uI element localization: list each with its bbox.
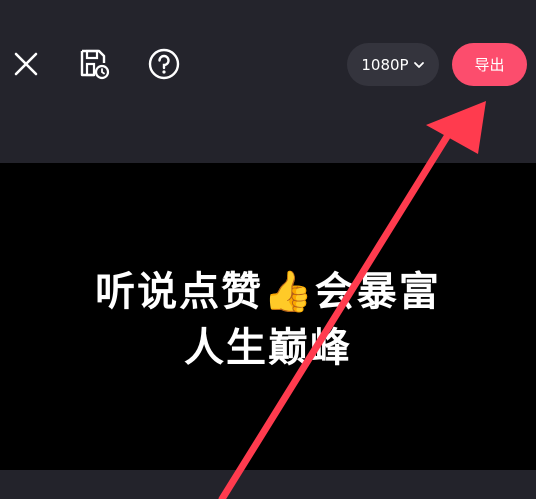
resolution-label: 1080P — [361, 55, 409, 74]
save-draft-icon — [80, 49, 110, 80]
caption-line-2: 人生巅峰 — [184, 325, 352, 371]
video-editor-screen: 1080P 导出 听说点赞👍会暴富 人生巅峰 — [0, 0, 536, 499]
caption-line-1: 听说点赞👍会暴富 — [95, 269, 441, 315]
chevron-down-icon — [413, 59, 425, 71]
close-icon — [14, 52, 38, 76]
save-draft-button[interactable] — [76, 46, 112, 82]
resolution-selector[interactable]: 1080P — [347, 43, 439, 86]
help-icon — [148, 48, 180, 80]
export-label: 导出 — [474, 56, 505, 74]
close-button[interactable] — [8, 46, 44, 82]
top-toolbar: 1080P 导出 — [0, 0, 536, 120]
help-button[interactable] — [146, 46, 182, 82]
video-preview[interactable]: 听说点赞👍会暴富 人生巅峰 — [0, 163, 536, 470]
export-button[interactable]: 导出 — [452, 43, 527, 86]
